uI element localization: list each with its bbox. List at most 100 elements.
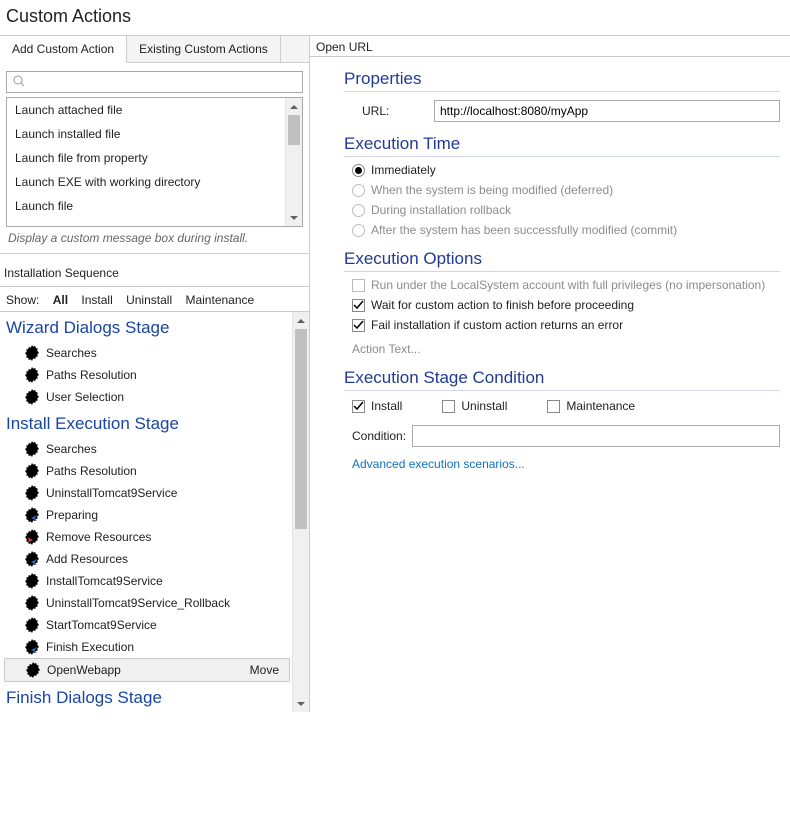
radio-icon bbox=[352, 224, 365, 237]
check-fail[interactable]: Fail installation if custom action retur… bbox=[352, 318, 788, 332]
tabs: Add Custom Action Existing Custom Action… bbox=[0, 36, 309, 63]
label: Searches bbox=[46, 442, 97, 456]
list-item[interactable]: Launch file from property bbox=[7, 146, 302, 170]
tree-item-paths-resolution[interactable]: Paths Resolution bbox=[4, 364, 290, 386]
filter-install[interactable]: Install bbox=[81, 293, 112, 307]
section-execution-options: Execution Options bbox=[344, 249, 780, 272]
scroll-down-icon[interactable] bbox=[286, 209, 302, 226]
list-item[interactable]: Launch attached file bbox=[7, 98, 302, 122]
tree-item-add-resources[interactable]: Add Resources bbox=[4, 548, 290, 570]
check-install[interactable]: Install bbox=[352, 399, 402, 413]
tree-item-searches[interactable]: Searches bbox=[4, 342, 290, 364]
action-type-list[interactable]: Launch attached file Launch installed fi… bbox=[6, 97, 303, 227]
label: UninstallTomcat9Service_Rollback bbox=[46, 596, 230, 610]
scroll-up-icon[interactable] bbox=[286, 98, 302, 115]
action-text-link: Action Text... bbox=[352, 342, 788, 356]
label: Paths Resolution bbox=[46, 464, 137, 478]
tab-add-custom-action[interactable]: Add Custom Action bbox=[0, 36, 127, 63]
check-localsystem: Run under the LocalSystem account with f… bbox=[352, 278, 788, 292]
scroll-up-icon[interactable] bbox=[293, 312, 309, 329]
label: After the system has been successfully m… bbox=[371, 223, 677, 237]
list-item[interactable]: Launch EXE with working directory bbox=[7, 170, 302, 194]
stage-install-execution[interactable]: Install Execution Stage bbox=[4, 408, 290, 438]
checkbox-icon bbox=[352, 319, 365, 332]
filter-label: Show: bbox=[6, 293, 39, 307]
radio-icon bbox=[352, 204, 365, 217]
section-stage-condition: Execution Stage Condition bbox=[344, 368, 780, 391]
move-button[interactable]: Move bbox=[246, 663, 283, 677]
condition-label: Condition: bbox=[352, 429, 406, 443]
label: During installation rollback bbox=[371, 203, 511, 217]
tree-item-uninstalltomcat9service-rollback[interactable]: UninstallTomcat9Service_Rollback bbox=[4, 592, 290, 614]
filter-all[interactable]: All bbox=[53, 293, 68, 307]
checkbox-icon bbox=[352, 279, 365, 292]
label: Fail installation if custom action retur… bbox=[371, 318, 623, 332]
radio-icon bbox=[352, 164, 365, 177]
tree-item-preparing[interactable]: Preparing bbox=[4, 504, 290, 526]
stage-finish-dialogs[interactable]: Finish Dialogs Stage bbox=[4, 682, 290, 712]
label: Preparing bbox=[46, 508, 98, 522]
search-box[interactable] bbox=[6, 71, 303, 93]
check-uninstall[interactable]: Uninstall bbox=[442, 399, 507, 413]
filter-maintenance[interactable]: Maintenance bbox=[185, 293, 254, 307]
checkbox-icon bbox=[352, 299, 365, 312]
tree-item-installtomcat9service[interactable]: InstallTomcat9Service bbox=[4, 570, 290, 592]
label: Uninstall bbox=[461, 399, 507, 413]
label: Run under the LocalSystem account with f… bbox=[371, 278, 765, 292]
page-title: Custom Actions bbox=[0, 0, 790, 36]
hint-text: Display a custom message box during inst… bbox=[0, 227, 309, 254]
checkbox-icon bbox=[352, 400, 365, 413]
tree-item-openwebapp[interactable]: OpenWebapp Move bbox=[4, 658, 290, 682]
advanced-scenarios-link[interactable]: Advanced execution scenarios... bbox=[352, 457, 525, 471]
label: Maintenance bbox=[566, 399, 635, 413]
stage-wizard-dialogs[interactable]: Wizard Dialogs Stage bbox=[4, 312, 290, 342]
label: Searches bbox=[46, 346, 97, 360]
list-item[interactable]: Launch installed file bbox=[7, 122, 302, 146]
search-input[interactable] bbox=[29, 74, 296, 90]
scroll-thumb[interactable] bbox=[288, 115, 300, 145]
radio-rollback: During installation rollback bbox=[352, 203, 788, 217]
tree-item-uninstalltomcat9service[interactable]: UninstallTomcat9Service bbox=[4, 482, 290, 504]
radio-commit: After the system has been successfully m… bbox=[352, 223, 788, 237]
url-input[interactable] bbox=[434, 100, 780, 122]
radio-immediately[interactable]: Immediately bbox=[352, 163, 788, 177]
label: Finish Execution bbox=[46, 640, 134, 654]
filter-uninstall[interactable]: Uninstall bbox=[126, 293, 172, 307]
url-label: URL: bbox=[362, 104, 434, 118]
tree-item-user-selection[interactable]: User Selection bbox=[4, 386, 290, 408]
label: Remove Resources bbox=[46, 530, 151, 544]
label: InstallTomcat9Service bbox=[46, 574, 163, 588]
tree-item-remove-resources[interactable]: Remove Resources bbox=[4, 526, 290, 548]
label: Add Resources bbox=[46, 552, 128, 566]
label: StartTomcat9Service bbox=[46, 618, 157, 632]
checkbox-icon bbox=[547, 400, 560, 413]
condition-input[interactable] bbox=[412, 425, 780, 447]
section-properties: Properties bbox=[344, 69, 780, 92]
label: OpenWebapp bbox=[47, 663, 121, 677]
label: Wait for custom action to finish before … bbox=[371, 298, 634, 312]
check-maintenance[interactable]: Maintenance bbox=[547, 399, 635, 413]
list-item[interactable]: Launch file bbox=[7, 194, 302, 218]
label: User Selection bbox=[46, 390, 124, 404]
tree-item-finish-execution[interactable]: Finish Execution bbox=[4, 636, 290, 658]
radio-deferred: When the system is being modified (defer… bbox=[352, 183, 788, 197]
scrollbar[interactable] bbox=[292, 312, 309, 712]
label: Paths Resolution bbox=[46, 368, 137, 382]
section-execution-time: Execution Time bbox=[344, 134, 780, 157]
tree-item-starttomcat9service[interactable]: StartTomcat9Service bbox=[4, 614, 290, 636]
details-name: Open URL bbox=[310, 38, 790, 57]
scrollbar[interactable] bbox=[285, 98, 302, 226]
label: Immediately bbox=[371, 163, 436, 177]
label: UninstallTomcat9Service bbox=[46, 486, 177, 500]
tree-item-paths-resolution[interactable]: Paths Resolution bbox=[4, 460, 290, 482]
checkbox-icon bbox=[442, 400, 455, 413]
tab-existing-custom-actions[interactable]: Existing Custom Actions bbox=[127, 36, 281, 62]
scroll-down-icon[interactable] bbox=[293, 695, 309, 712]
label: Install bbox=[371, 399, 402, 413]
check-wait[interactable]: Wait for custom action to finish before … bbox=[352, 298, 788, 312]
tree-item-searches[interactable]: Searches bbox=[4, 438, 290, 460]
search-icon bbox=[13, 75, 29, 90]
scroll-thumb[interactable] bbox=[295, 329, 307, 529]
filter-row: Show: All Install Uninstall Maintenance bbox=[0, 287, 309, 311]
installation-sequence-title: Installation Sequence bbox=[0, 254, 309, 287]
